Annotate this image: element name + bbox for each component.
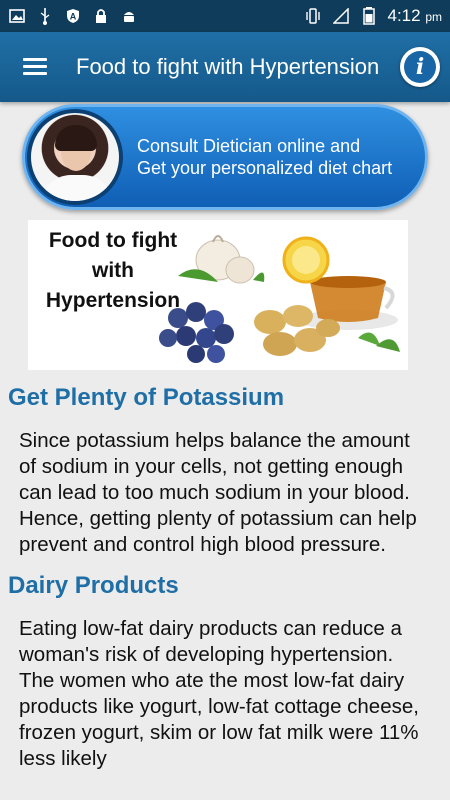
hamburger-icon — [23, 58, 47, 76]
section-body-potassium: Since potassium helps balance the amount… — [19, 429, 417, 556]
clock: 4:12 pm — [387, 6, 443, 25]
usb-icon — [36, 7, 54, 25]
consult-line-2: Get your personalized diet chart — [137, 158, 393, 178]
blueberries-illustration — [159, 302, 234, 363]
android-icon — [120, 7, 138, 25]
vibrate-icon — [304, 7, 322, 25]
page-title: Food to fight with Hypertension — [76, 54, 380, 79]
hero-image: Food to fight with Hypertension — [28, 220, 408, 370]
info-icon: i — [404, 51, 436, 83]
dietician-avatar — [27, 109, 123, 205]
section-body-dairy: Eating low-fat dairy products can reduce… — [19, 617, 419, 770]
section-heading-potassium: Get Plenty of Potassium — [8, 384, 285, 411]
consult-banner-text: Consult Dietician online and Get your pe… — [137, 135, 392, 179]
info-button[interactable]: i — [400, 47, 440, 87]
menu-button[interactable] — [0, 32, 70, 102]
garlic-illustration — [178, 235, 265, 284]
article-content: Get Plenty of Potassium Since potassium … — [0, 376, 450, 772]
lock-icon — [92, 7, 110, 25]
consult-line-1: Consult Dietician online and — [137, 136, 361, 156]
battery-icon — [360, 7, 378, 25]
food-illustration — [159, 235, 400, 363]
svg-text:A: A — [70, 12, 77, 22]
image-icon — [8, 7, 26, 25]
status-bar: A 4:12 pm — [0, 0, 450, 32]
consult-dietician-banner[interactable]: Consult Dietician online and Get your pe… — [22, 104, 428, 210]
signal-icon — [332, 7, 350, 25]
section-heading-dairy: Dairy Products — [8, 572, 179, 599]
shield-icon: A — [64, 7, 82, 25]
app-bar: Food to fight with Hypertension i — [0, 32, 450, 102]
